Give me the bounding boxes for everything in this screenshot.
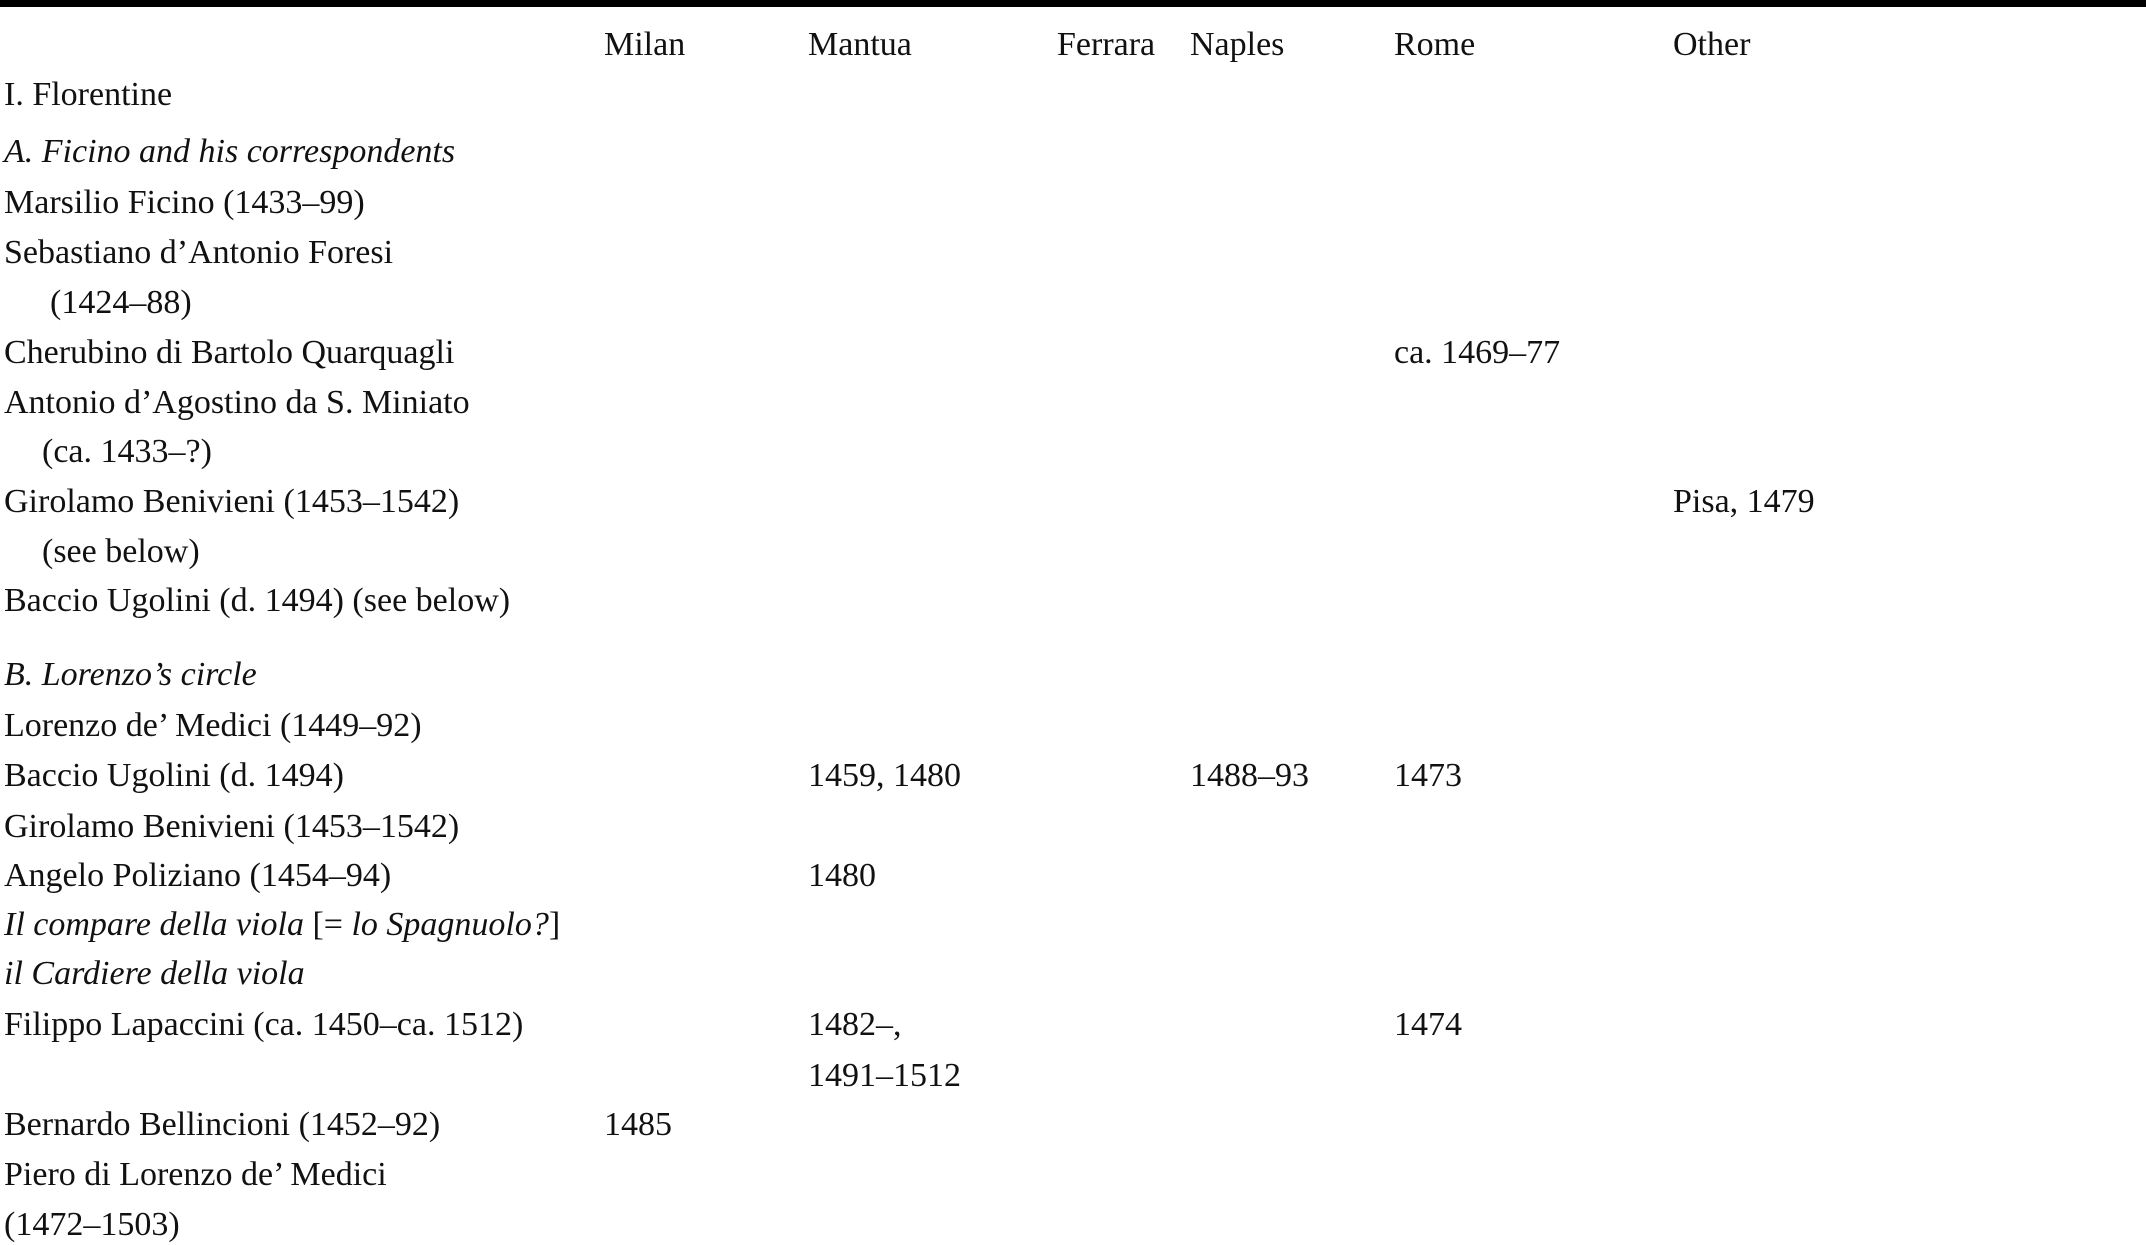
person-name: Cherubino di Bartolo Quarquagli [4,334,455,371]
cell-mantua: 1459, 1480 [808,757,961,794]
person-dates: (1424–88) [50,284,192,321]
cell-mantua: 1482–, [808,1006,902,1043]
person-name: Angelo Poliziano (1454–94) [4,857,392,894]
cell-rome: 1473 [1394,757,1462,794]
person-name: Filippo Lapaccini (ca. 1450–ca. 1512) [4,1006,524,1043]
column-header-naples: Naples [1190,26,1285,63]
person-name: Baccio Ugolini (d. 1494) [4,757,344,794]
person-name: Piero di Lorenzo de’ Medici [4,1156,387,1193]
cell-naples: 1488–93 [1190,757,1309,794]
group-title: A. Ficino and his correspondents [4,133,456,170]
person-name: Sebastiano d’Antonio Foresi [4,234,394,271]
cell-mantua: 1480 [808,857,876,894]
person-name: Girolamo Benivieni (1453–1542) [4,483,460,520]
group-title: B. Lorenzo’s circle [4,656,257,693]
column-header-milan: Milan [604,26,686,63]
person-name: il Cardiere della viola [4,955,305,992]
cell-milan: 1485 [604,1106,672,1143]
column-header-mantua: Mantua [808,26,912,63]
person-name: Lorenzo de’ Medici (1449–92) [4,707,422,744]
name-italic-alias: lo Spagnuolo? [351,906,549,943]
person-dates: (ca. 1433–?) [42,433,212,470]
cell-other: Pisa, 1479 [1673,483,1815,520]
name-bracket: [= [303,906,352,943]
cell-rome: 1474 [1394,1006,1462,1043]
column-header-ferrara: Ferrara [1057,26,1156,63]
person-name: Antonio d’Agostino da S. Miniato [4,384,470,421]
person-name: Marsilio Ficino (1433–99) [4,184,365,221]
person-name: Bernardo Bellincioni (1452–92) [4,1106,441,1143]
column-header-rome: Rome [1394,26,1476,63]
person-dates: (1472–1503) [4,1206,180,1243]
person-name: Il compare della viola [= lo Spagnuolo?] [4,905,560,945]
cell-rome: ca. 1469–77 [1394,334,1561,371]
column-header-other: Other [1673,26,1751,63]
person-note: (see below) [42,533,200,570]
name-bracket-close: ] [548,906,561,943]
person-name: Girolamo Benivieni (1453–1542) [4,808,460,845]
person-name: Baccio Ugolini (d. 1494) (see below) [4,582,511,619]
section-title: I. Florentine [4,76,173,113]
name-italic: Il compare della viola [4,906,304,943]
table-top-rule [0,0,2146,7]
cell-mantua-cont: 1491–1512 [808,1057,961,1094]
